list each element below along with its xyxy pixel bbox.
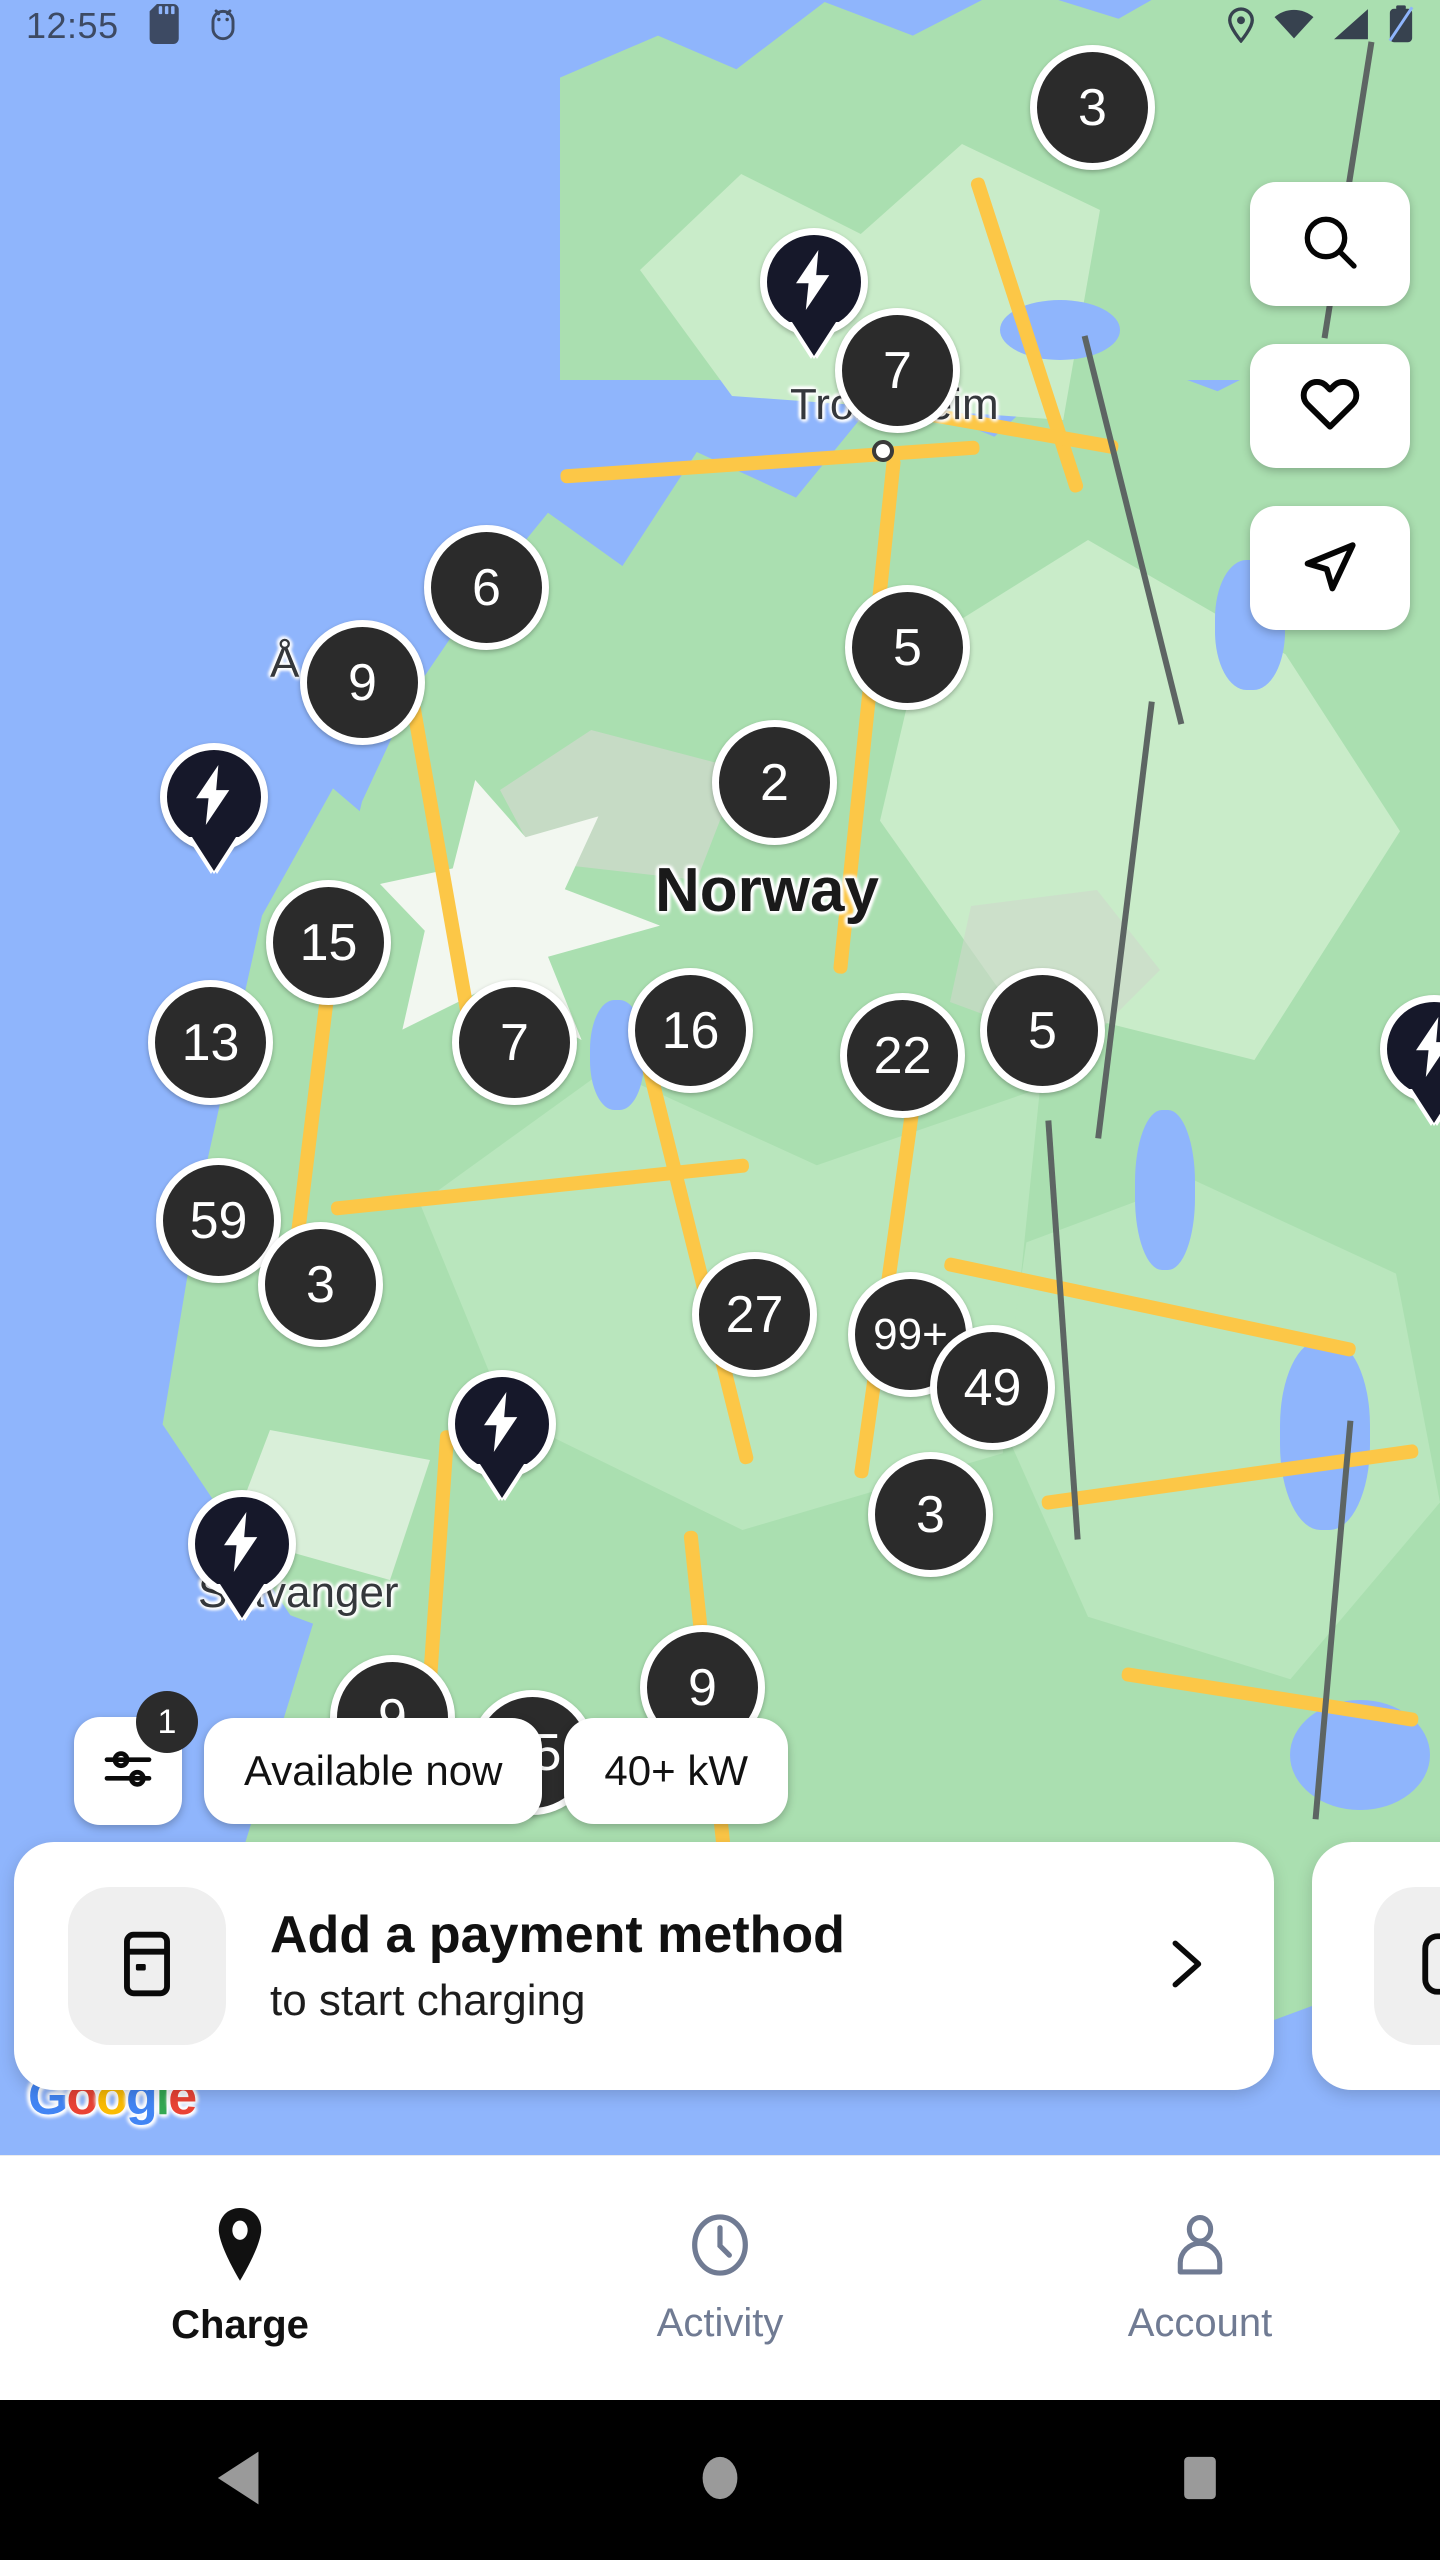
map-cluster-marker[interactable]: 27 xyxy=(692,1252,817,1377)
map-charger-pin[interactable] xyxy=(160,743,268,851)
map-cluster-marker[interactable]: 3 xyxy=(868,1452,993,1577)
map-cluster-marker[interactable]: 13 xyxy=(148,980,273,1105)
map-cluster-marker[interactable]: 7 xyxy=(452,980,577,1105)
map-cluster-marker[interactable]: 49 xyxy=(930,1325,1055,1450)
map-canvas[interactable]: Trondheim Å Stavanger Norway 37659215137… xyxy=(0,0,1440,2155)
map-pin-icon xyxy=(210,2208,270,2287)
triangle-back-icon xyxy=(213,2449,267,2512)
heart-icon xyxy=(1298,372,1362,441)
map-cluster-marker[interactable]: 22 xyxy=(840,993,965,1118)
add-payment-method-card[interactable]: Add a payment method to start charging xyxy=(14,1842,1274,2090)
lightning-bolt-icon xyxy=(191,764,237,830)
back-button[interactable] xyxy=(140,2400,340,2560)
city-dot-trondheim xyxy=(872,440,894,462)
map-charger-pin[interactable] xyxy=(760,228,868,336)
map-charger-pin[interactable] xyxy=(188,1490,296,1598)
map-cluster-marker[interactable]: 6 xyxy=(424,525,549,650)
map-cluster-marker[interactable]: 16 xyxy=(628,968,753,1093)
map-cluster-marker[interactable]: 2 xyxy=(712,720,837,845)
sliders-icon xyxy=(100,1741,156,1802)
map-controls xyxy=(1250,182,1410,630)
nav-label-activity: Activity xyxy=(656,2301,784,2345)
clock-icon xyxy=(687,2210,753,2285)
map-cluster-marker[interactable]: 5 xyxy=(845,585,970,710)
map-label-a: Å xyxy=(270,638,300,687)
map-cluster-marker[interactable]: 9 xyxy=(300,620,425,745)
person-icon xyxy=(1168,2210,1232,2285)
locate-me-button[interactable] xyxy=(1250,506,1410,630)
payment-card-subtitle: to start charging xyxy=(270,1975,586,2025)
nav-tab-activity[interactable]: Activity xyxy=(480,2210,960,2346)
lake xyxy=(1280,1340,1370,1530)
filter-count-badge: 1 xyxy=(136,1691,198,1753)
lightning-bolt-icon xyxy=(1411,1016,1440,1082)
card-carousel: Add a payment method to start charging xyxy=(0,1841,1440,2091)
chip-power-40kw[interactable]: 40+ kW xyxy=(564,1718,788,1824)
search-icon xyxy=(1298,210,1362,279)
favorites-button[interactable] xyxy=(1250,344,1410,468)
chevron-right-icon[interactable] xyxy=(1152,1933,1220,2000)
bottom-navigation: Charge Activity Account xyxy=(0,2155,1440,2400)
map-cluster-marker[interactable]: 3 xyxy=(1030,45,1155,170)
square-recents-icon-button[interactable] xyxy=(1100,2400,1300,2560)
nav-tab-charge[interactable]: Charge xyxy=(0,2208,480,2348)
map-cluster-marker[interactable]: 7 xyxy=(835,308,960,433)
home-button[interactable] xyxy=(620,2400,820,2560)
credit-card-icon-container xyxy=(68,1887,226,2045)
credit-card-icon xyxy=(110,1927,184,2006)
lightning-bolt-icon xyxy=(219,1511,265,1577)
android-navigation-bar xyxy=(0,2400,1440,2560)
rfid-card[interactable] xyxy=(1312,1842,1440,2090)
nav-tab-account[interactable]: Account xyxy=(960,2210,1440,2346)
lightning-bolt-icon xyxy=(791,249,837,315)
payment-card-text: Add a payment method to start charging xyxy=(270,1906,1152,2026)
square-recents-icon xyxy=(1176,2449,1224,2512)
rfid-contactless-icon xyxy=(1416,1927,1440,2006)
filter-row: 1 Available now 40+ kW xyxy=(0,1691,1440,1825)
filters-button[interactable]: 1 xyxy=(74,1691,198,1825)
circle-home-icon xyxy=(696,2449,744,2512)
payment-card-title: Add a payment method xyxy=(270,1906,845,1965)
map-charger-pin[interactable] xyxy=(448,1370,556,1478)
map-cluster-marker[interactable]: 3 xyxy=(258,1222,383,1347)
nav-label-charge: Charge xyxy=(171,2303,309,2347)
map-cluster-marker[interactable]: 15 xyxy=(266,880,391,1005)
rfid-icon-container xyxy=(1374,1887,1440,2045)
lightning-bolt-icon xyxy=(479,1391,525,1457)
search-button[interactable] xyxy=(1250,182,1410,306)
map-cluster-marker[interactable]: 5 xyxy=(980,968,1105,1093)
nav-label-account: Account xyxy=(1127,2301,1273,2345)
lake xyxy=(1135,1110,1195,1270)
chip-available-now[interactable]: Available now xyxy=(204,1718,543,1824)
navigation-arrow-icon xyxy=(1298,534,1362,603)
